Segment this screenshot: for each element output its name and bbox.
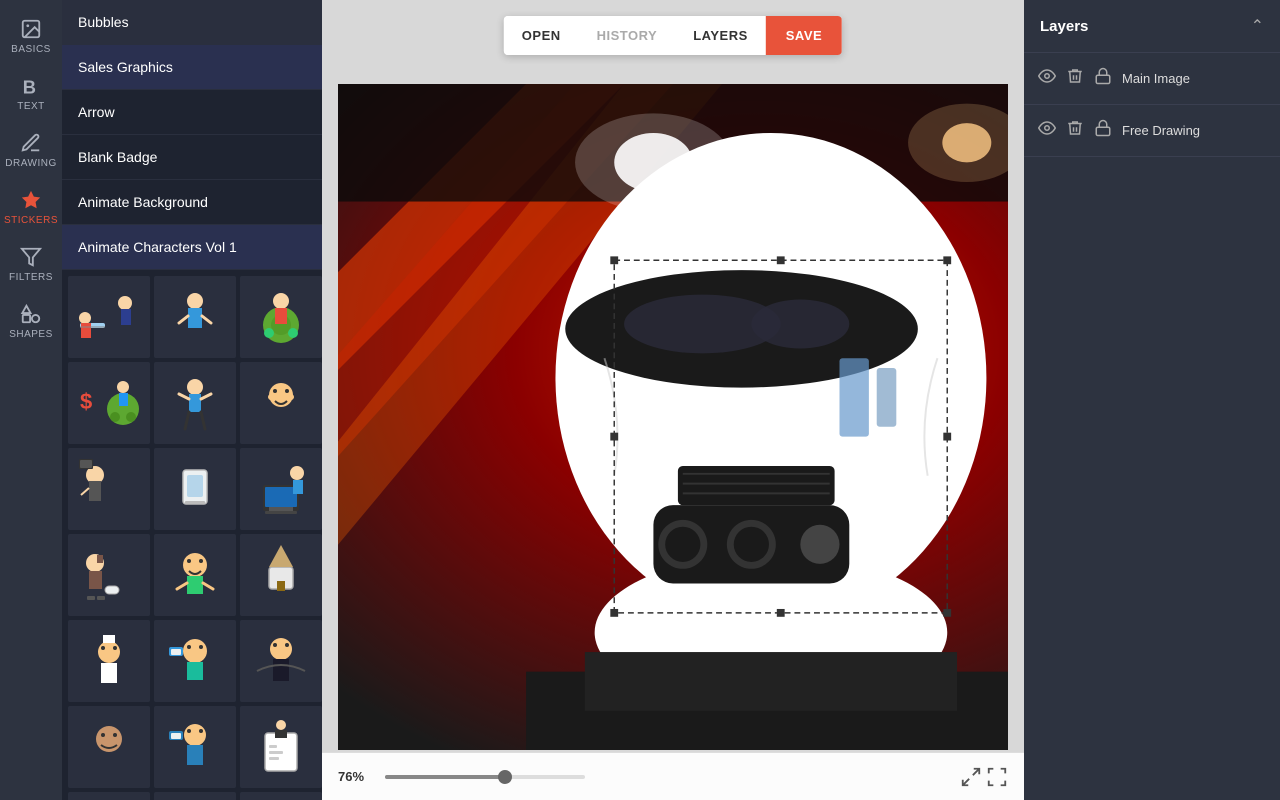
category-blank-badge[interactable]: Blank Badge (62, 135, 322, 180)
layer-visibility-icon-2[interactable] (1038, 119, 1056, 142)
sticker-4[interactable]: $ (68, 362, 150, 444)
pencil-icon (20, 132, 42, 154)
sticker-8[interactable] (154, 448, 236, 530)
sidebar-item-stickers[interactable]: STICKERS (0, 179, 62, 236)
sticker-2[interactable] (154, 276, 236, 358)
sticker-18[interactable] (240, 706, 322, 788)
layers-panel: Layers ⌃ Main Image (1024, 0, 1280, 800)
filter-icon (20, 246, 42, 268)
layer-delete-icon-2[interactable] (1066, 119, 1084, 142)
star-icon (20, 189, 42, 211)
category-bubbles[interactable]: Bubbles (62, 0, 322, 45)
layers-header: Layers ⌃ (1024, 0, 1280, 53)
sticker-20[interactable] (154, 792, 236, 800)
sidebar-label-basics: BASICS (11, 44, 51, 55)
zoom-percentage: 76% (338, 769, 373, 784)
sticker-7[interactable] (68, 448, 150, 530)
svg-text:B: B (23, 76, 37, 97)
sticker-15[interactable] (240, 620, 322, 702)
sticker-12[interactable] (240, 534, 322, 616)
sticker-17[interactable] (154, 706, 236, 788)
layers-button[interactable]: LAYERS (675, 16, 766, 55)
layer-lock-icon-2[interactable] (1094, 119, 1112, 142)
sidebar-item-drawing[interactable]: DRAWING (0, 122, 62, 179)
zoom-slider[interactable] (385, 775, 585, 779)
canvas-container (338, 84, 1008, 750)
sticker-10[interactable] (68, 534, 150, 616)
stickers-panel: Bubbles Sales Graphics Arrow Blank Badge… (62, 0, 322, 800)
sidebar-label-text: TEXT (17, 101, 45, 112)
layer-lock-icon[interactable] (1094, 67, 1112, 90)
bottom-toolbar: 76% (322, 752, 1024, 800)
sidebar-label-drawing: DRAWING (5, 158, 56, 169)
sticker-5[interactable] (154, 362, 236, 444)
layer-free-drawing[interactable]: Free Drawing (1024, 105, 1280, 157)
history-button[interactable]: HISTORY (579, 16, 676, 55)
sidebar-item-basics[interactable]: BASICS (0, 8, 62, 65)
sticker-19[interactable] (68, 792, 150, 800)
sticker-9[interactable] (240, 448, 322, 530)
left-sidebar: BASICS B TEXT DRAWING STICKERS FILTERS S (0, 0, 62, 800)
sticker-3[interactable] (240, 276, 322, 358)
layers-title: Layers (1040, 18, 1088, 35)
shapes-icon (20, 303, 42, 325)
sidebar-label-stickers: STICKERS (4, 215, 58, 226)
category-animate-characters[interactable]: Animate Characters Vol 1 (62, 225, 322, 270)
fullscreen-controls (960, 766, 1008, 788)
layer-main-image-label: Main Image (1122, 71, 1266, 86)
expand-icon[interactable] (960, 766, 982, 788)
layer-main-image[interactable]: Main Image (1024, 53, 1280, 105)
category-sales-graphics[interactable]: Sales Graphics (62, 45, 322, 90)
save-button[interactable]: SAVE (766, 16, 842, 55)
sidebar-item-shapes[interactable]: SHAPES (0, 293, 62, 350)
sticker-11[interactable] (154, 534, 236, 616)
layer-visibility-icon[interactable] (1038, 67, 1056, 90)
canvas-image (338, 84, 1008, 750)
open-button[interactable]: OPEN (504, 16, 579, 55)
top-toolbar: OPEN HISTORY LAYERS SAVE (504, 16, 842, 55)
text-icon: B (20, 75, 42, 97)
sidebar-label-filters: FILTERS (9, 272, 53, 283)
sidebar-item-filters[interactable]: FILTERS (0, 236, 62, 293)
main-canvas-area: OPEN HISTORY LAYERS SAVE (322, 0, 1024, 800)
sticker-6[interactable] (240, 362, 322, 444)
zoom-thumb[interactable] (498, 770, 512, 784)
layer-delete-icon[interactable] (1066, 67, 1084, 90)
fullscreen-icon[interactable] (986, 766, 1008, 788)
sticker-grid: $ (62, 270, 322, 800)
sticker-16[interactable] (68, 706, 150, 788)
image-icon (20, 18, 42, 40)
sticker-21[interactable] (240, 792, 322, 800)
svg-text:$: $ (80, 389, 92, 414)
category-arrow[interactable]: Arrow (62, 90, 322, 135)
sticker-13[interactable] (68, 620, 150, 702)
zoom-fill (385, 775, 505, 779)
sticker-1[interactable] (68, 276, 150, 358)
sidebar-label-shapes: SHAPES (9, 329, 53, 340)
category-animate-background[interactable]: Animate Background (62, 180, 322, 225)
sidebar-item-text[interactable]: B TEXT (0, 65, 62, 122)
layers-collapse-button[interactable]: ⌃ (1251, 16, 1264, 36)
sticker-14[interactable] (154, 620, 236, 702)
layer-free-drawing-label: Free Drawing (1122, 123, 1266, 138)
